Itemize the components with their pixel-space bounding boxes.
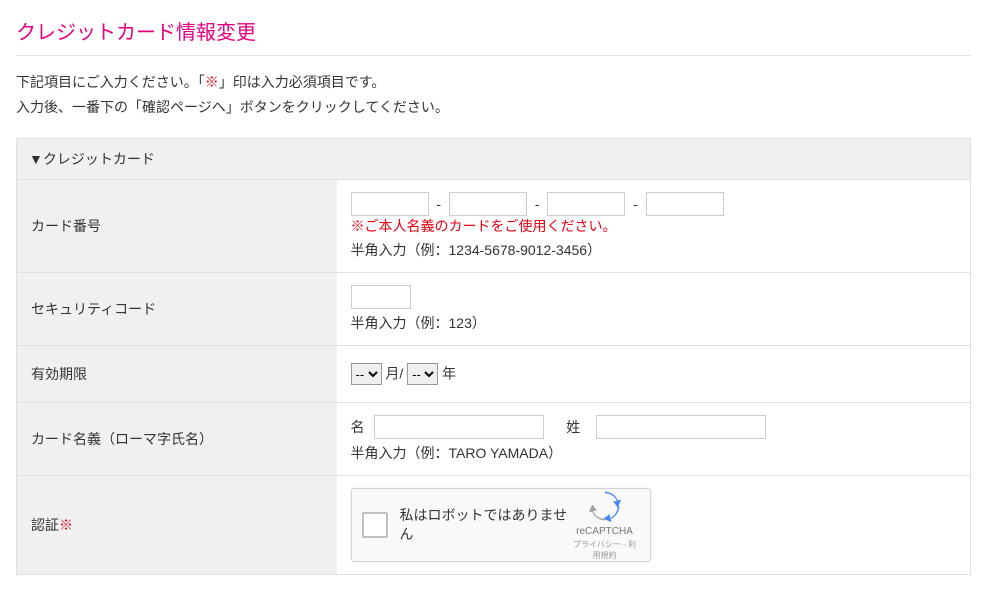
expiry-month-suffix: 月/ bbox=[385, 366, 403, 382]
credit-card-form: ▼クレジットカード カード番号 - - - ※ご本人名義のカードをご使用ください… bbox=[16, 138, 971, 575]
page-title: クレジットカード情報変更 bbox=[16, 16, 971, 56]
card-number-input-3[interactable] bbox=[547, 192, 625, 216]
instructions-block: 下記項目にご入力ください。「※」印は入力必須項目です。 入力後、一番下の「確認ペ… bbox=[16, 70, 971, 120]
instruction-line1-suffix: 」印は入力必須項目です。 bbox=[219, 74, 386, 90]
expiry-year-select[interactable]: -- bbox=[407, 363, 438, 385]
recaptcha-checkbox[interactable] bbox=[362, 512, 388, 538]
security-code-label: セキュリティコード bbox=[17, 273, 337, 346]
card-number-field: - - - ※ご本人名義のカードをご使用ください。 半角入力（例：1234-56… bbox=[337, 180, 971, 273]
card-name-label: カード名義（ローマ字氏名） bbox=[17, 403, 337, 476]
card-number-hint: 半角入力（例：1234-5678-9012-3456） bbox=[351, 240, 957, 260]
expiry-year-suffix: 年 bbox=[442, 366, 456, 382]
security-code-hint: 半角入力（例：123） bbox=[351, 313, 957, 333]
last-name-label: 姓 bbox=[566, 419, 580, 435]
expiry-label: 有効期限 bbox=[17, 346, 337, 403]
expiry-month-select[interactable]: -- bbox=[351, 363, 382, 385]
card-name-hint: 半角入力（例：TARO YAMADA） bbox=[351, 443, 957, 463]
security-code-input[interactable] bbox=[351, 285, 411, 309]
card-number-warning: ※ご本人名義のカードをご使用ください。 bbox=[351, 216, 957, 236]
last-name-input[interactable] bbox=[596, 415, 766, 439]
card-sep: - bbox=[633, 196, 638, 212]
recaptcha-branding: reCAPTCHA プライバシー - 利用規約 bbox=[570, 490, 640, 561]
card-number-input-4[interactable] bbox=[646, 192, 724, 216]
card-name-field: 名 姓 半角入力（例：TARO YAMADA） bbox=[337, 403, 971, 476]
card-sep: - bbox=[436, 196, 441, 212]
instruction-line1-prefix: 下記項目にご入力ください。「 bbox=[16, 74, 205, 90]
recaptcha-icon bbox=[589, 490, 621, 522]
recaptcha-text: 私はロボットではありません bbox=[400, 506, 570, 544]
instruction-line2: 入力後、一番下の「確認ページへ」ボタンをクリックしてください。 bbox=[16, 99, 449, 115]
security-code-field: 半角入力（例：123） bbox=[337, 273, 971, 346]
required-mark: ※ bbox=[205, 74, 219, 90]
section-header: ▼クレジットカード bbox=[17, 139, 971, 180]
card-number-label: カード番号 bbox=[17, 180, 337, 273]
card-number-input-2[interactable] bbox=[449, 192, 527, 216]
card-number-input-1[interactable] bbox=[351, 192, 429, 216]
expiry-field: -- 月/ -- 年 bbox=[337, 346, 971, 403]
card-sep: - bbox=[535, 196, 540, 212]
first-name-label: 名 bbox=[351, 419, 365, 435]
first-name-input[interactable] bbox=[374, 415, 544, 439]
captcha-field: 私はロボットではありません reCAPTCHA プライバシー - 利用規約 bbox=[337, 476, 971, 575]
recaptcha-widget[interactable]: 私はロボットではありません reCAPTCHA プライバシー - 利用規約 bbox=[351, 488, 651, 562]
captcha-label: 認証※ bbox=[17, 476, 337, 575]
